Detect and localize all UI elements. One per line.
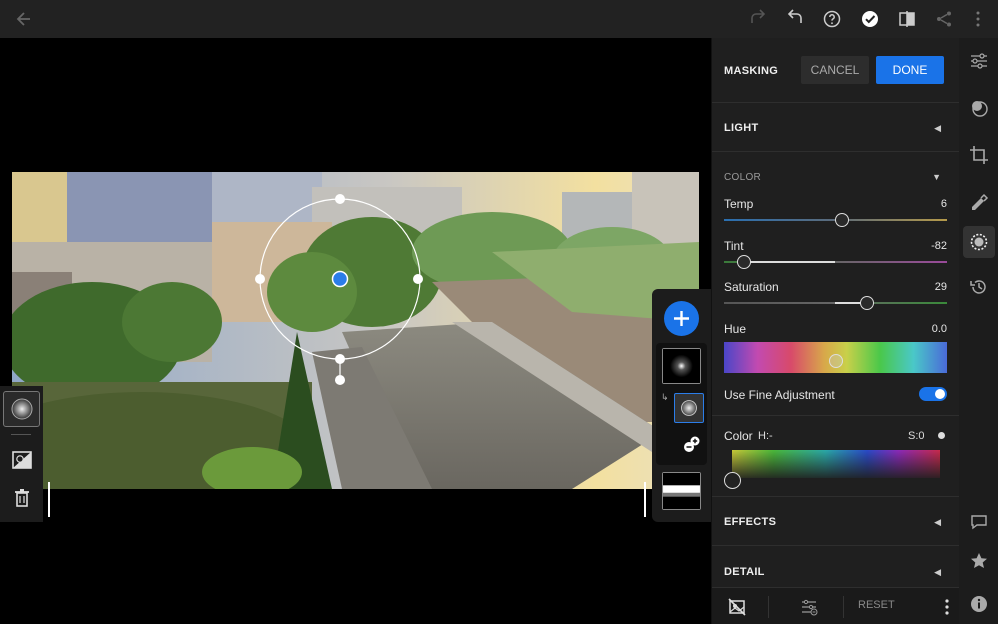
more-icon[interactable] (966, 7, 990, 31)
divider (712, 151, 960, 152)
mask-group[interactable]: ↳ (656, 343, 707, 465)
light-section-header[interactable]: LIGHT (724, 122, 759, 134)
plus-icon (674, 311, 689, 326)
color-s-value: S:0 (908, 430, 925, 442)
undo-icon[interactable] (783, 7, 807, 31)
photo-canvas[interactable] (0, 38, 711, 624)
app-root: ↳ MASKING CANCEL DONE LIGHT ◀ COLOR ▼ Te… (0, 0, 998, 624)
fine-adjustment-toggle[interactable] (919, 387, 947, 401)
divider (712, 545, 960, 546)
saturation-value[interactable]: 29 (935, 281, 947, 293)
tint-slider-knob[interactable] (737, 255, 752, 269)
done-button[interactable]: DONE (876, 56, 944, 84)
footer-divider (768, 596, 769, 618)
add-mask-button[interactable] (664, 301, 699, 336)
effects-section-header[interactable]: EFFECTS (724, 516, 776, 528)
photo-image[interactable] (12, 172, 699, 489)
top-bar (0, 0, 998, 38)
saturation-slider-knob[interactable] (859, 296, 874, 310)
temp-label: Temp (724, 197, 754, 211)
saturation-label: Saturation (724, 280, 779, 294)
hue-slider-knob[interactable] (828, 354, 843, 368)
radial-submask-icon[interactable] (674, 393, 704, 423)
hue-label: Hue (724, 322, 747, 336)
color-swatch-dot (938, 432, 945, 439)
tint-slider-fill (745, 261, 835, 263)
masking-panel: MASKING CANCEL DONE LIGHT ◀ COLOR ▼ Temp… (711, 38, 960, 624)
collapsed-arrow-icon[interactable]: ◀ (934, 123, 941, 134)
divider (712, 415, 960, 416)
collapsed-arrow-icon[interactable]: ◀ (934, 517, 941, 528)
collapsed-arrow-icon[interactable]: ◀ (934, 567, 941, 578)
color-section-header[interactable]: COLOR (724, 172, 761, 183)
mask-thumbnail[interactable] (662, 348, 701, 384)
invert-mask-icon[interactable] (3, 442, 40, 478)
tint-label: Tint (724, 239, 744, 253)
crop-guide-left (48, 482, 50, 517)
compare-icon[interactable] (895, 7, 919, 31)
saturation-slider-fill (835, 302, 862, 304)
divider (712, 102, 960, 103)
check-icon[interactable] (858, 7, 882, 31)
mask-stack-panel: ↳ (652, 289, 711, 522)
hide-overlay-icon[interactable] (727, 597, 747, 617)
mask-tools-panel (0, 386, 43, 522)
crop-icon[interactable] (967, 143, 991, 167)
history-icon[interactable] (967, 275, 991, 299)
temp-value[interactable]: 6 (941, 198, 947, 210)
footer-divider (843, 596, 844, 618)
divider (712, 496, 960, 497)
color-picker-knob[interactable] (724, 472, 741, 489)
color-picker-gradient[interactable] (732, 450, 940, 478)
delete-mask-icon[interactable] (3, 480, 40, 516)
info-icon[interactable] (967, 592, 991, 616)
comment-icon[interactable] (967, 510, 991, 534)
crop-guide-right (644, 482, 646, 517)
radial-mask-tool-icon[interactable] (3, 391, 40, 427)
back-arrow-icon[interactable] (12, 7, 36, 31)
edit-sliders-icon[interactable] (967, 49, 991, 73)
sub-mask-indicator-icon: ↳ (661, 392, 669, 402)
masking-title: MASKING (724, 65, 779, 77)
star-icon[interactable] (967, 549, 991, 573)
toggle-knob (935, 389, 945, 399)
linear-mask-thumbnail[interactable] (662, 472, 701, 510)
help-icon[interactable] (820, 7, 844, 31)
reset-button[interactable]: RESET (858, 599, 895, 611)
temp-slider-knob[interactable] (835, 213, 850, 227)
add-subtract-mask-icon[interactable] (682, 435, 702, 455)
panel-footer: RESET (712, 587, 960, 624)
color-h-value: H:- (758, 430, 773, 442)
redo-icon[interactable] (746, 7, 770, 31)
tint-value[interactable]: -82 (931, 240, 947, 252)
cancel-button[interactable]: CANCEL (801, 56, 869, 84)
tools-divider (11, 434, 31, 435)
healing-icon[interactable] (967, 188, 991, 212)
masking-icon[interactable] (967, 230, 991, 254)
adjust-sliders-icon[interactable] (799, 597, 819, 617)
color-picker-label: Color (724, 429, 753, 443)
presets-icon[interactable] (967, 96, 991, 120)
more-options-icon[interactable] (938, 597, 956, 617)
share-icon[interactable] (932, 7, 956, 31)
detail-section-header[interactable]: DETAIL (724, 566, 765, 578)
right-tool-rail (959, 38, 998, 624)
hue-value[interactable]: 0.0 (932, 323, 947, 335)
expanded-arrow-icon[interactable]: ▼ (932, 172, 941, 182)
fine-adjustment-label: Use Fine Adjustment (724, 388, 835, 402)
